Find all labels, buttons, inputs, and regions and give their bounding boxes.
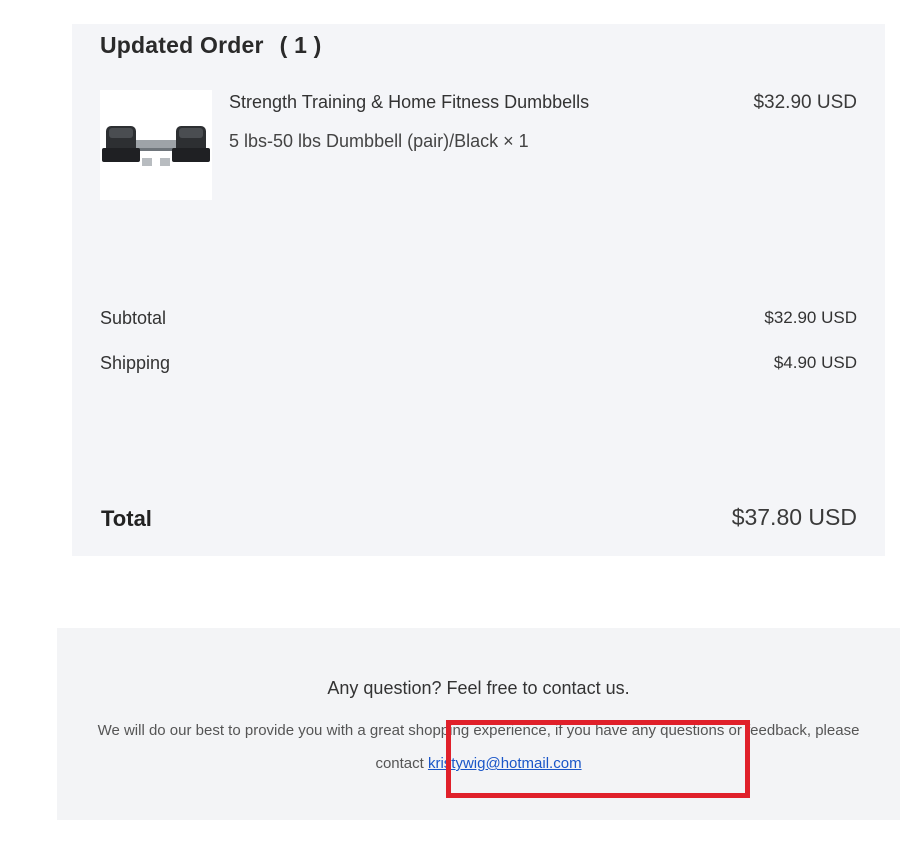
contact-heading: Any question? Feel free to contact us.	[327, 678, 630, 698]
contact-footer: Any question? Feel free to contact us. W…	[57, 628, 900, 820]
order-summary-card: Updated Order( 1 ) Strength Training & H…	[72, 24, 885, 556]
product-image[interactable]	[100, 90, 212, 200]
order-title: Updated Order ( 1 )	[100, 32, 322, 59]
total-label: Total	[101, 506, 152, 531]
contact-email-link[interactable]: kristywig@hotmail.com	[428, 755, 582, 772]
product-price: $32.90 USD	[753, 92, 857, 113]
shipping-label: Shipping	[100, 353, 171, 373]
contact-text: We will do our best to provide you with …	[97, 714, 860, 780]
total-value: $37.80 USD	[731, 504, 857, 530]
shipping-value: $4.90 USD	[773, 353, 857, 372]
product-name[interactable]: Strength Training & Home Fitness Dumbbel…	[229, 92, 589, 113]
order-title-text: Updated Order	[100, 32, 264, 58]
subtotal-label: Subtotal	[100, 308, 167, 328]
dumbbell-icon	[102, 126, 210, 166]
email-page: Updated Order( 1 ) Strength Training & H…	[0, 0, 900, 858]
order-item-count: ( 1 )	[279, 32, 322, 58]
subtotal-value: $32.90 USD	[764, 308, 857, 327]
product-variant: 5 lbs-50 lbs Dumbbell (pair)/Black × 1	[229, 131, 529, 151]
